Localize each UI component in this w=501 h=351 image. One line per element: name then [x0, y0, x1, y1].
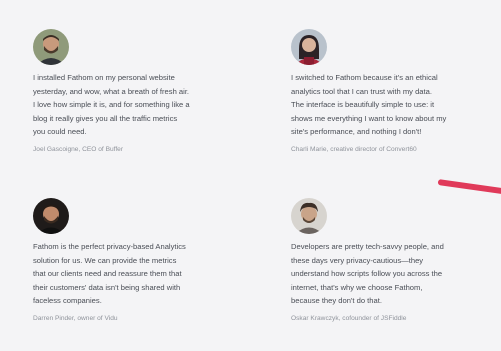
avatar-photo	[33, 29, 69, 65]
testimonial-quote: I installed Fathom on my personal websit…	[33, 73, 190, 137]
testimonial-card: I installed Fathom on my personal websit…	[33, 29, 259, 155]
avatar-photo	[33, 198, 69, 234]
avatar	[33, 198, 69, 234]
testimonial-author: Oskar Krawczyk, cofounder of JSFiddle	[291, 314, 407, 322]
avatar-photo	[291, 29, 327, 65]
testimonial-card: Developers are pretty tech-savvy people,…	[291, 198, 501, 324]
testimonial-author: Joel Gascoigne, CEO of Buffer	[33, 145, 124, 153]
avatar-photo	[291, 198, 327, 234]
testimonials-page: I installed Fathom on my personal websit…	[0, 0, 501, 351]
avatar	[291, 198, 327, 234]
avatar	[33, 29, 69, 65]
avatar	[291, 29, 327, 65]
testimonial-quote: Developers are pretty tech-savvy people,…	[291, 242, 444, 306]
testimonial-author: Charli Marie, creative director of Conve…	[291, 145, 417, 153]
testimonial-author: Darren Pinder, owner of Vidu	[33, 314, 118, 322]
testimonial-card: Fathom is the perfect privacy-based Anal…	[33, 198, 259, 324]
testimonial-quote: Fathom is the perfect privacy-based Anal…	[33, 242, 186, 306]
testimonials-grid: I installed Fathom on my personal websit…	[0, 0, 501, 351]
testimonial-quote: I switched to Fathom because it's an eth…	[291, 73, 447, 137]
testimonial-card: I switched to Fathom because it's an eth…	[291, 29, 501, 155]
